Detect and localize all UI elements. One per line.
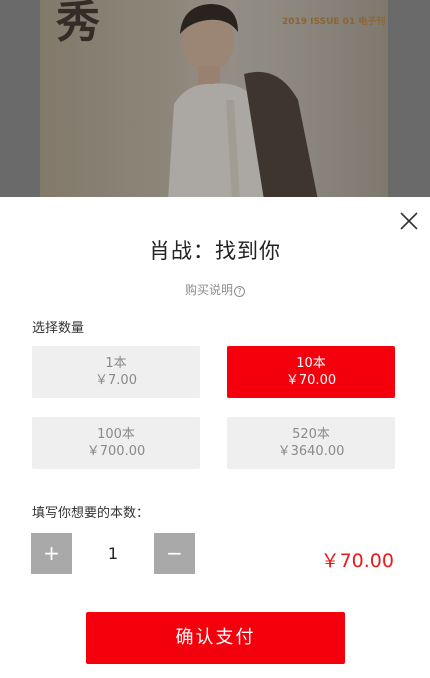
close-button[interactable]: [395, 207, 423, 235]
purchase-sheet: 肖战：找到你 购买说明? 选择数量 1本 ￥7.00 10本 ￥70.00 10…: [0, 197, 430, 678]
select-quantity-label: 选择数量: [32, 321, 85, 336]
confirm-pay-button[interactable]: 确认支付: [86, 612, 345, 664]
option-1[interactable]: 1本 ￥7.00: [32, 346, 200, 398]
increase-button[interactable]: +: [31, 533, 72, 574]
option-price: ￥700.00: [86, 444, 146, 459]
option-520[interactable]: 520本 ￥3640.00: [227, 417, 395, 469]
total-price: ￥70.00: [320, 550, 394, 572]
close-icon: [400, 212, 418, 230]
option-count: 100本: [97, 427, 135, 442]
option-100[interactable]: 100本 ￥700.00: [32, 417, 200, 469]
decrease-button[interactable]: −: [154, 533, 195, 574]
option-count: 520本: [292, 427, 330, 442]
quantity-input[interactable]: 1: [72, 533, 154, 574]
purchase-help-link[interactable]: 购买说明?: [0, 281, 430, 298]
option-count: 10本: [296, 356, 326, 371]
option-count: 1本: [105, 356, 127, 371]
magazine-cover: 秀 2019 ISSUE 01 电子刊: [0, 0, 430, 200]
option-price: ￥7.00: [95, 373, 137, 388]
option-price: ￥70.00: [285, 373, 337, 388]
option-price: ￥3640.00: [277, 444, 345, 459]
page-title: 肖战：找到你: [149, 239, 281, 263]
option-10[interactable]: 10本 ￥70.00: [227, 346, 395, 398]
question-icon: ?: [234, 286, 245, 297]
purchase-help-label: 购买说明: [184, 283, 233, 297]
custom-quantity-label: 填写你想要的本数：: [32, 506, 150, 521]
cover-overlay: [0, 0, 430, 200]
